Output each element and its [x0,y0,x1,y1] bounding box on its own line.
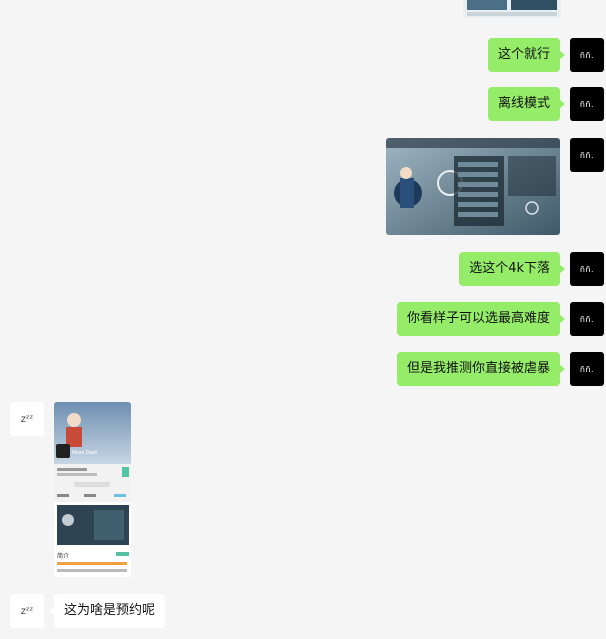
game-settings-image [386,138,560,235]
avatar[interactable]: ññ. [570,87,604,121]
message-bubble[interactable]: 但是我推测你直接被虐暴 [396,352,566,386]
avatar[interactable]: ññ. [570,38,604,72]
image-message-store-page[interactable]: Muse Dash 简介 [54,402,131,577]
message-bubble[interactable]: 这为啥是预约呢 [48,594,166,628]
avatar[interactable]: zᶻᶻ [10,594,44,628]
avatar[interactable]: ññ. [570,252,604,286]
avatar[interactable]: ññ. [570,302,604,336]
avatar[interactable]: ññ. [570,352,604,386]
avatar[interactable]: ññ. [570,138,604,172]
partial-image-message[interactable] [463,0,561,18]
message-bubble[interactable]: 选这个4k下落 [459,252,565,286]
partial-image-content [463,0,561,18]
message-bubble[interactable]: 离线模式 [487,87,566,121]
image-message-game-settings[interactable] [386,138,560,235]
avatar[interactable]: zᶻᶻ [10,402,44,436]
message-bubble[interactable]: 这个就行 [487,38,566,72]
svg-text:简介: 简介 [57,552,69,560]
message-bubble[interactable]: 你看样子可以选最高难度 [396,302,566,336]
store-page-image: Muse Dash 简介 [54,402,131,572]
svg-text:Muse Dash: Muse Dash [72,450,98,456]
